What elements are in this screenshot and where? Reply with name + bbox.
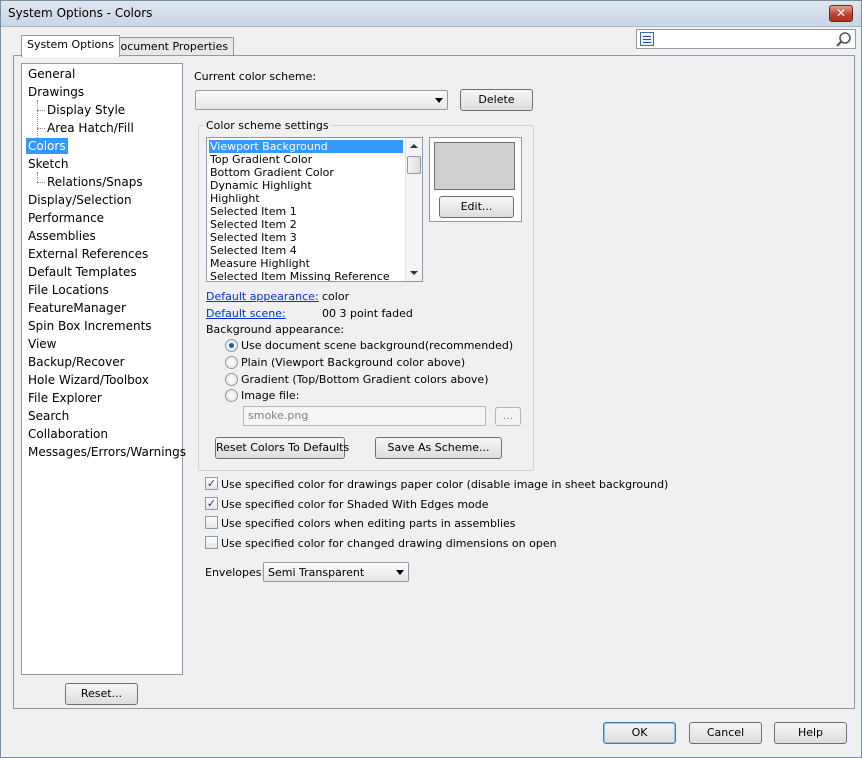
system-options-dialog: System Options - Colors ✕ System Options…: [0, 0, 862, 758]
color-scheme-select[interactable]: [195, 90, 448, 110]
tree-item-relations-snaps[interactable]: Relations/Snaps: [45, 174, 145, 190]
radio-gradient-label[interactable]: Gradient (Top/Bottom Gradient colors abo…: [241, 373, 489, 386]
default-appearance-value: color: [322, 290, 350, 303]
edit-color-button[interactable]: Edit...: [439, 196, 514, 218]
background-appearance-label: Background appearance:: [206, 323, 345, 336]
list-item[interactable]: Highlight: [209, 192, 403, 205]
list-item[interactable]: Measure Highlight: [209, 257, 403, 270]
tree-item-sketch[interactable]: Sketch: [26, 156, 70, 172]
tree-item-view[interactable]: View: [26, 336, 58, 352]
checkbox-drawings-paper-color[interactable]: ✓: [205, 477, 218, 490]
reset-colors-button[interactable]: Reset Colors To Defaults: [215, 437, 349, 459]
tree-item-assemblies[interactable]: Assemblies: [26, 228, 98, 244]
default-scene-link[interactable]: Default scene:: [206, 307, 286, 320]
color-preview-swatch: [434, 142, 515, 190]
chevron-down-icon: [396, 570, 404, 575]
checkbox-drawings-paper-color-label[interactable]: Use specified color for drawings paper c…: [221, 478, 668, 491]
radio-plain-label[interactable]: Plain (Viewport Background color above): [241, 356, 465, 369]
list-item[interactable]: Viewport Background: [209, 140, 403, 153]
tree-item-hole-wizard-toolbox[interactable]: Hole Wizard/Toolbox: [26, 372, 151, 388]
tree-item-collaboration[interactable]: Collaboration: [26, 426, 110, 442]
window-title: System Options - Colors: [8, 6, 153, 20]
list-item[interactable]: Selected Item 2: [209, 218, 403, 231]
delete-button[interactable]: Delete: [460, 89, 533, 111]
list-item[interactable]: Dynamic Highlight: [209, 179, 403, 192]
envelopes-label: Envelopes:: [205, 566, 266, 579]
checkbox-shaded-edges[interactable]: ✓: [205, 497, 218, 510]
checkbox-editing-parts[interactable]: [205, 516, 218, 529]
tree-item-general[interactable]: General: [26, 66, 77, 82]
tree-item-default-templates[interactable]: Default Templates: [26, 264, 139, 280]
browse-button[interactable]: ...: [495, 407, 521, 426]
help-button[interactable]: Help: [774, 722, 847, 744]
tab-system-options[interactable]: System Options: [21, 35, 120, 57]
tree-item-display-selection[interactable]: Display/Selection: [26, 192, 134, 208]
scroll-up-icon[interactable]: [410, 144, 418, 148]
list-item[interactable]: Selected Item 4: [209, 244, 403, 257]
tab-document-properties[interactable]: Document Properties: [106, 37, 235, 57]
list-item[interactable]: Bottom Gradient Color: [209, 166, 403, 179]
tree-item-file-locations[interactable]: File Locations: [26, 282, 111, 298]
tree-item-colors[interactable]: Colors: [26, 138, 68, 154]
tree-item-drawings[interactable]: Drawings: [26, 84, 86, 100]
tree-item-file-explorer[interactable]: File Explorer: [26, 390, 104, 406]
list-item[interactable]: Selected Item 3: [209, 231, 403, 244]
tree-item-display-style[interactable]: Display Style: [45, 102, 127, 118]
default-appearance-link[interactable]: Default appearance:: [206, 290, 319, 303]
list-item[interactable]: Top Gradient Color: [209, 153, 403, 166]
list-scrollbar[interactable]: [405, 138, 422, 281]
radio-document-scene-label[interactable]: Use document scene background(recommende…: [241, 339, 513, 352]
options-tree[interactable]: General Drawings Display Style Area Hatc…: [21, 63, 186, 675]
color-item-list[interactable]: Viewport Background Top Gradient Color B…: [206, 137, 423, 282]
ok-button[interactable]: OK: [603, 722, 676, 744]
search-icon[interactable]: [835, 31, 853, 48]
radio-document-scene[interactable]: [225, 339, 238, 352]
cancel-button[interactable]: Cancel: [689, 722, 762, 744]
default-scene-value: 00 3 point faded: [322, 307, 413, 320]
tree-item-area-hatch-fill[interactable]: Area Hatch/Fill: [45, 120, 136, 136]
envelopes-value: Semi Transparent: [268, 566, 365, 579]
tree-item-spin-box-increments[interactable]: Spin Box Increments: [26, 318, 154, 334]
tree-item-performance[interactable]: Performance: [26, 210, 106, 226]
tree-item-featuremanager[interactable]: FeatureManager: [26, 300, 128, 316]
radio-plain[interactable]: [225, 356, 238, 369]
tree-item-external-references[interactable]: External References: [26, 246, 150, 262]
chevron-down-icon: [435, 98, 443, 103]
radio-image-file[interactable]: [225, 389, 238, 402]
radio-gradient[interactable]: [225, 373, 238, 386]
current-color-scheme-label: Current color scheme:: [194, 70, 317, 83]
list-item[interactable]: Selected Item Missing Reference: [209, 270, 403, 281]
close-button[interactable]: ✕: [829, 5, 853, 22]
checkbox-changed-dimensions[interactable]: [205, 536, 218, 549]
list-item[interactable]: Selected Item 1: [209, 205, 403, 218]
search-input[interactable]: [636, 29, 856, 49]
tree-item-search[interactable]: Search: [26, 408, 71, 424]
checkbox-editing-parts-label[interactable]: Use specified colors when editing parts …: [221, 517, 516, 530]
list-icon[interactable]: [640, 32, 654, 46]
radio-image-file-label[interactable]: Image file:: [241, 389, 299, 402]
reset-button[interactable]: Reset...: [65, 683, 138, 705]
title-bar[interactable]: System Options - Colors ✕: [1, 1, 861, 27]
scroll-down-icon[interactable]: [410, 271, 418, 275]
tree-item-backup-recover[interactable]: Backup/Recover: [26, 354, 127, 370]
checkbox-shaded-edges-label[interactable]: Use specified color for Shaded With Edge…: [221, 498, 489, 511]
checkbox-changed-dimensions-label[interactable]: Use specified color for changed drawing …: [221, 537, 557, 550]
image-file-field[interactable]: smoke.png: [243, 406, 486, 426]
color-scheme-settings-title: Color scheme settings: [204, 119, 331, 132]
tree-item-messages-errors-warnings[interactable]: Messages/Errors/Warnings: [26, 444, 188, 460]
scroll-thumb[interactable]: [407, 156, 421, 174]
envelopes-select[interactable]: Semi Transparent: [263, 562, 409, 582]
save-as-scheme-button[interactable]: Save As Scheme...: [375, 437, 502, 459]
